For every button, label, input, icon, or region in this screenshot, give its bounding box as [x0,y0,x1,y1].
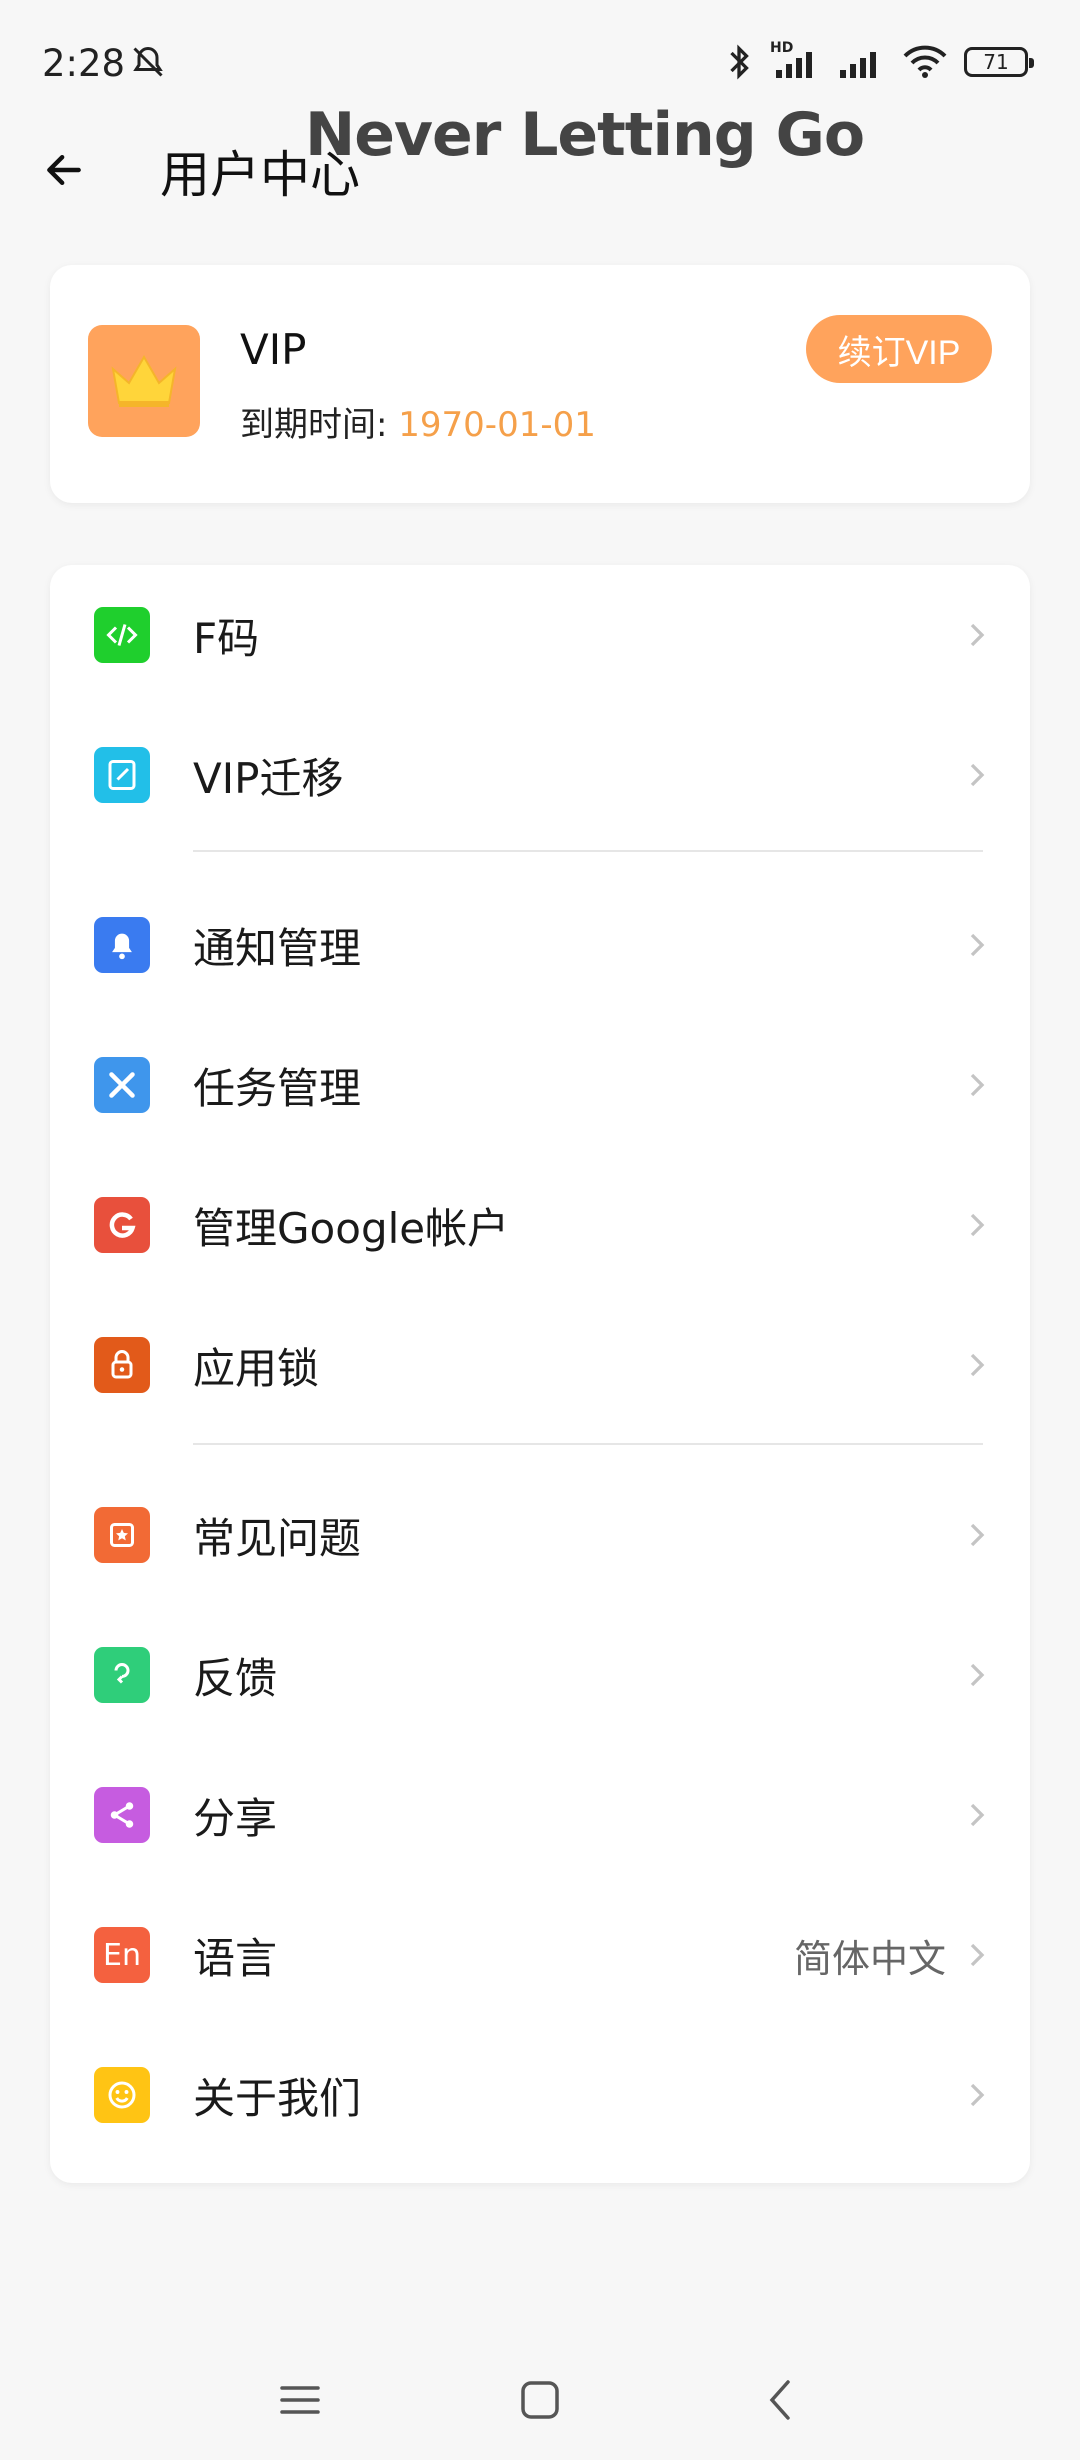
chevron-right-icon [970,1523,985,1547]
arrow-left-icon [47,154,81,186]
status-icons: HD 71 [724,40,1034,80]
overlay-title: Never Letting Go [305,100,865,170]
chevron-right-icon [970,623,985,647]
code-icon [94,607,150,663]
expire-label: 到期时间: [240,405,388,445]
battery-icon: 71 [964,47,1034,77]
feedback-icon [94,1647,150,1703]
crown-icon [111,354,177,407]
menu-item-vip-migrate[interactable]: VIP迁移 [50,705,1030,845]
chevron-right-icon [970,933,985,957]
chevron-right-icon [970,1943,985,1967]
language-value: 简体中文 [793,1936,946,1981]
menu-item-language[interactable]: En 语言 简体中文 [50,1885,1030,2025]
status-time: 2:28 [42,42,126,85]
chevron-right-icon [970,1663,985,1687]
smile-icon [94,2067,150,2123]
chevron-right-icon [970,1353,985,1377]
menu-item-label: 分享 [193,1793,278,1843]
menu-item-label: F码 [193,613,260,663]
menu-item-f-code[interactable]: F码 [50,565,1030,705]
menu-item-about[interactable]: 关于我们 [50,2025,1030,2165]
menu-item-notifications[interactable]: 通知管理 [50,875,1030,1015]
menu-item-share[interactable]: 分享 [50,1745,1030,1885]
google-icon [94,1197,150,1253]
menu-card: F码 VIP迁移 通知管理 任务管理 管理Google帐户 应用锁 常见问题 反… [50,565,1030,2183]
nav-menu-button[interactable] [260,2360,340,2440]
menu-item-label: 任务管理 [193,1063,362,1113]
expire-row: 到期时间: 1970-01-01 [240,397,596,446]
lock-icon [94,1337,150,1393]
share-icon [94,1787,150,1843]
menu-item-label: 应用锁 [193,1343,320,1393]
nav-home-button[interactable] [500,2360,580,2440]
signal-icon-2 [840,52,876,78]
chevron-left-icon [769,2380,790,2420]
chevron-right-icon [970,1803,985,1827]
menu-item-label: 语言 [193,1933,278,1983]
battery-level: 71 [983,50,1009,74]
home-square-icon [521,2381,559,2419]
system-nav-bar [0,2340,1080,2460]
back-button[interactable] [34,140,94,200]
chevron-right-icon [970,2083,985,2107]
tools-icon [94,1057,150,1113]
divider [193,1443,983,1445]
bell-icon [94,917,150,973]
divider [193,850,983,852]
menu-item-label: 通知管理 [193,923,362,973]
chevron-right-icon [970,1213,985,1237]
nav-back-button[interactable] [740,2360,820,2440]
menu-item-app-lock[interactable]: 应用锁 [50,1295,1030,1435]
bell-off-icon [133,46,163,77]
vip-card: VIP 到期时间: 1970-01-01 续订VIP [50,265,1030,503]
menu-item-tasks[interactable]: 任务管理 [50,1015,1030,1155]
menu-item-google-account[interactable]: 管理Google帐户 [50,1155,1030,1295]
expire-date: 1970-01-01 [398,405,596,445]
renew-vip-button[interactable]: 续订VIP [806,315,992,383]
edit-note-icon [94,747,150,803]
menu-item-label: 反馈 [193,1653,278,1703]
faq-icon [94,1507,150,1563]
menu-item-label: 管理Google帐户 [193,1203,510,1253]
menu-item-faq[interactable]: 常见问题 [50,1465,1030,1605]
menu-item-label: 关于我们 [193,2073,362,2123]
chevron-right-icon [970,1073,985,1097]
signal-icon-1 [776,52,812,78]
menu-icon [280,2386,320,2414]
chevron-right-icon [970,763,985,787]
menu-item-feedback[interactable]: 反馈 [50,1605,1030,1745]
menu-item-label: 常见问题 [193,1513,362,1563]
vip-badge [88,325,200,437]
bluetooth-icon [730,44,749,80]
wifi-icon [903,45,947,78]
menu-item-label: VIP迁移 [193,753,344,803]
vip-name: VIP [240,325,307,374]
language-icon: En [94,1927,150,1983]
